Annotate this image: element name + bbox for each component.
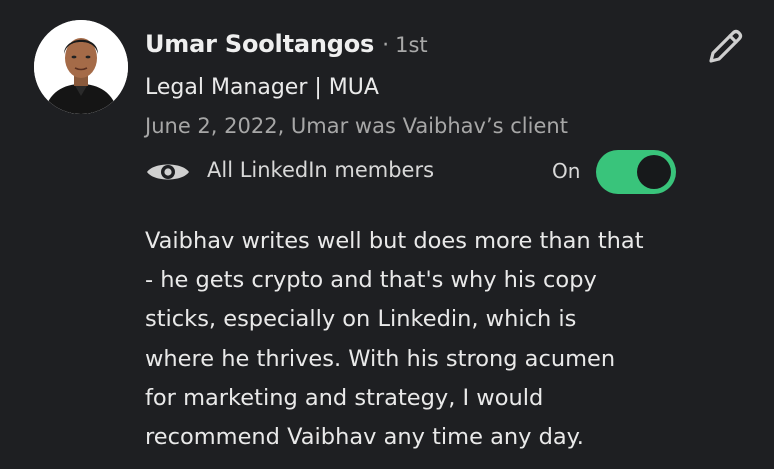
connection-degree: 1st: [395, 33, 428, 57]
visibility-row: All LinkedIn members On: [145, 150, 685, 194]
edit-button[interactable]: [702, 24, 748, 70]
pencil-icon: [709, 29, 743, 63]
toggle-state-label: On: [552, 159, 581, 183]
visibility-toggle[interactable]: [596, 150, 676, 194]
toggle-knob: [637, 155, 671, 189]
recommendation-text: Vaibhav writes well but does more than t…: [145, 222, 705, 457]
separator-dot: ·: [382, 33, 390, 58]
recommendation-card: Umar Sooltangos · 1st Legal Manager | MU…: [0, 0, 774, 469]
recommender-name[interactable]: Umar Sooltangos: [145, 30, 374, 58]
recommender-headline: Legal Manager | MUA: [145, 75, 379, 100]
recommendation-text-line: Vaibhav writes well but does more than t…: [145, 228, 644, 254]
visibility-label: All LinkedIn members: [207, 158, 435, 182]
profile-photo: [34, 20, 128, 114]
recommendation-text-line: where he thrives. With his strong acumen: [145, 345, 616, 372]
recommendation-text-line: - he gets crypto and that's why his copy: [145, 267, 597, 294]
recommendation-text-line: recommend Vaibhav any time any day.: [145, 424, 584, 451]
avatar[interactable]: [34, 20, 128, 114]
name-row: Umar Sooltangos · 1st: [145, 30, 428, 64]
recommendation-text-line: for marketing and strategy, I would: [145, 384, 544, 411]
relationship-info: June 2, 2022, Umar was Vaibhav’s client: [145, 114, 568, 138]
recommendation-text-line: sticks, especially on Linkedin, which is: [145, 306, 577, 333]
eye-icon: [147, 164, 189, 180]
